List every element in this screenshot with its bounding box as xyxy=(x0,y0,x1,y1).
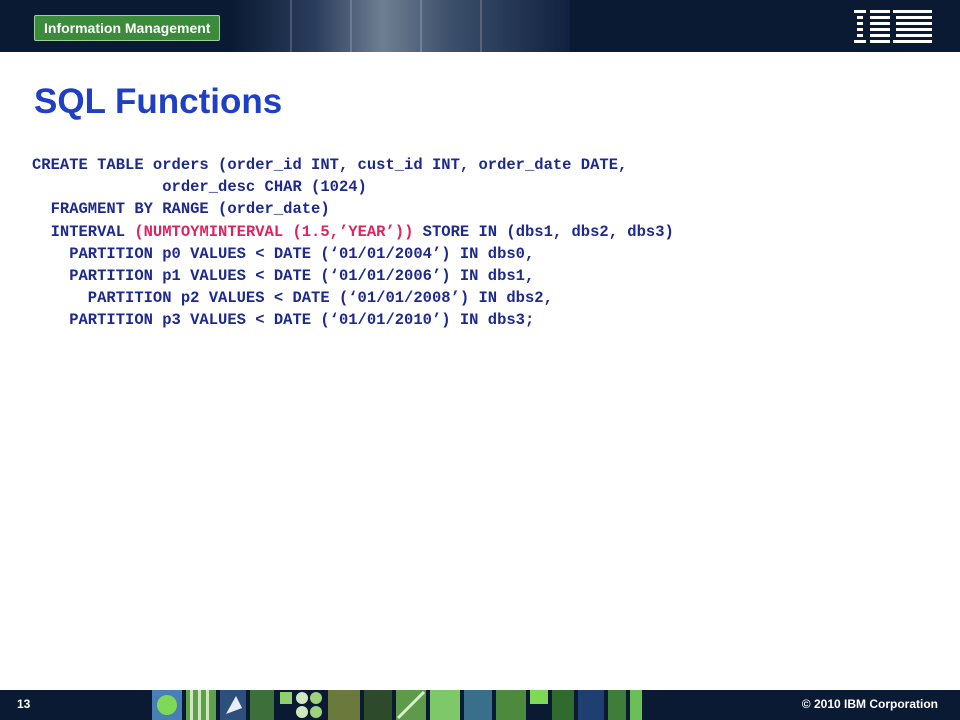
code-line: order_desc CHAR (1024) xyxy=(32,178,367,197)
ibm-logo xyxy=(854,9,932,43)
footer-mosaic-image xyxy=(152,690,642,720)
highlighted-function: (NUMTOYMINTERVAL (1.5,’YEAR’)) xyxy=(134,222,414,241)
code-line: FRAGMENT BY RANGE (order_date) xyxy=(32,200,330,219)
header-bar: Information Management xyxy=(0,0,960,52)
code-line: PARTITION p2 VALUES < DATE (‘01/01/2008’… xyxy=(32,289,553,308)
footer-bar: 13 © 2010 IBM Corporation xyxy=(0,690,960,720)
code-line: PARTITION p3 VALUES < DATE (‘01/01/2010’… xyxy=(32,311,535,330)
code-line: PARTITION p1 VALUES < DATE (‘01/01/2006’… xyxy=(32,266,535,285)
code-line: PARTITION p0 VALUES < DATE (‘01/01/2004’… xyxy=(32,244,535,263)
page-number: 13 xyxy=(17,697,31,711)
code-line: INTERVAL (NUMTOYMINTERVAL (1.5,’YEAR’)) … xyxy=(32,221,674,243)
code-segment: STORE IN (dbs1, dbs2, dbs3) xyxy=(413,222,674,241)
brand-label: Information Management xyxy=(34,15,221,41)
header-photo-strip xyxy=(230,0,570,52)
sql-code-block: CREATE TABLE orders (order_id INT, cust_… xyxy=(32,154,674,332)
code-segment: INTERVAL xyxy=(32,222,135,241)
code-line: CREATE TABLE orders (order_id INT, cust_… xyxy=(32,156,628,174)
copyright-notice: © 2010 IBM Corporation xyxy=(801,697,938,711)
page-title: SQL Functions xyxy=(34,82,283,121)
